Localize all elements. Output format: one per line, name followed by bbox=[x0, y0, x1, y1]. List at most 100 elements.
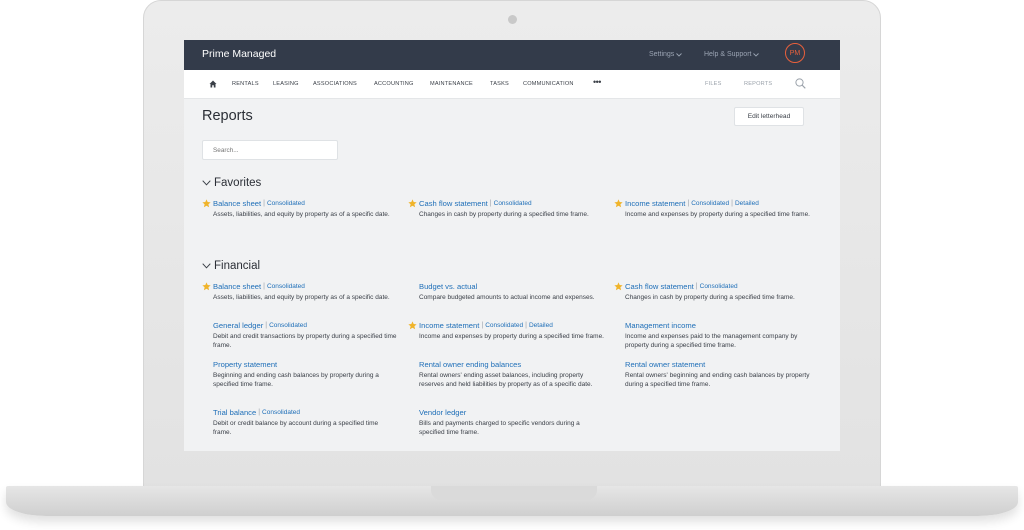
report-description: Rental owners' beginning and ending cash… bbox=[625, 372, 810, 388]
star-icon[interactable] bbox=[408, 321, 417, 330]
nav-rentals[interactable]: RENTALS bbox=[232, 81, 259, 87]
search-icon[interactable] bbox=[795, 78, 806, 89]
chevron-down-icon bbox=[202, 180, 211, 186]
nav-associations[interactable]: ASSOCIATIONS bbox=[313, 81, 357, 87]
divider: | bbox=[731, 200, 733, 207]
report-item: Balance sheet | Consolidated Assets, lia… bbox=[202, 282, 398, 302]
report-variant-link[interactable]: Consolidated bbox=[691, 199, 729, 209]
camera bbox=[508, 15, 517, 24]
chevron-down-icon bbox=[202, 263, 211, 269]
divider: | bbox=[525, 322, 527, 329]
star-icon[interactable] bbox=[614, 282, 623, 291]
chevron-down-icon bbox=[676, 52, 683, 57]
report-item: Rental owner statement Rental owners' be… bbox=[625, 360, 810, 389]
report-item: Vendor ledger Bills and payments charged… bbox=[419, 408, 604, 437]
report-item: Income statement | Consolidated | Detail… bbox=[408, 321, 604, 341]
nav-reports[interactable]: REPORTS bbox=[744, 81, 772, 87]
star-icon[interactable] bbox=[408, 199, 417, 208]
home-icon[interactable] bbox=[209, 80, 217, 88]
report-variant-link[interactable]: Consolidated bbox=[267, 199, 305, 209]
nav-files[interactable]: FILES bbox=[705, 81, 722, 87]
report-variant-link[interactable]: Consolidated bbox=[262, 408, 300, 418]
divider: | bbox=[258, 409, 261, 416]
user-avatar[interactable]: PM bbox=[785, 43, 805, 63]
report-variant-link[interactable]: Detailed bbox=[529, 321, 553, 331]
report-link[interactable]: Budget vs. actual bbox=[419, 282, 477, 292]
report-search-input[interactable] bbox=[202, 140, 338, 160]
chevron-down-icon bbox=[753, 52, 760, 57]
star-icon[interactable] bbox=[202, 282, 211, 291]
brand-name: Prime Managed bbox=[202, 48, 277, 60]
report-item: Rental owner ending balances Rental owne… bbox=[419, 360, 604, 389]
settings-label: Settings bbox=[649, 51, 675, 58]
nav-tasks[interactable]: TASKS bbox=[490, 81, 509, 87]
report-link[interactable]: Income statement bbox=[419, 321, 479, 331]
star-icon[interactable] bbox=[614, 199, 623, 208]
report-item: Cash flow statement | Consolidated Chang… bbox=[614, 282, 810, 302]
report-item: Balance sheet | Consolidated Assets, lia… bbox=[202, 199, 398, 219]
divider: | bbox=[489, 200, 492, 207]
financial-section-toggle[interactable]: Financial bbox=[202, 260, 260, 272]
nav-accounting[interactable]: ACCOUNTING bbox=[374, 81, 414, 87]
report-link[interactable]: Vendor ledger bbox=[419, 408, 466, 418]
report-link[interactable]: Balance sheet bbox=[213, 199, 261, 209]
divider: | bbox=[265, 322, 268, 329]
laptop-notch bbox=[431, 486, 597, 500]
report-description: Income and expenses paid to the manageme… bbox=[625, 333, 798, 349]
report-description: Compare budgeted amounts to actual incom… bbox=[419, 294, 595, 301]
report-item: Budget vs. actual Compare budgeted amoun… bbox=[419, 282, 604, 302]
nav-communication[interactable]: COMMUNICATION bbox=[523, 81, 574, 87]
page-title: Reports bbox=[202, 108, 253, 124]
favorites-heading: Favorites bbox=[214, 177, 262, 189]
main-nav: RENTALS LEASING ASSOCIATIONS ACCOUNTING … bbox=[184, 70, 840, 99]
report-variant-link[interactable]: Consolidated bbox=[700, 282, 738, 292]
report-variant-link[interactable]: Detailed bbox=[735, 199, 759, 209]
report-description: Income and expenses by property during a… bbox=[625, 211, 810, 218]
report-description: Income and expenses by property during a… bbox=[419, 333, 604, 340]
laptop-base bbox=[6, 486, 1018, 516]
report-link[interactable]: General ledger bbox=[213, 321, 263, 331]
report-item: Management income Income and expenses pa… bbox=[625, 321, 810, 350]
divider: | bbox=[695, 283, 698, 290]
report-item: General ledger | Consolidated Debit and … bbox=[213, 321, 398, 350]
report-item: Property statement Beginning and ending … bbox=[213, 360, 398, 389]
help-label: Help & Support bbox=[704, 51, 752, 58]
report-description: Assets, liabilities, and equity by prope… bbox=[213, 211, 390, 218]
report-link[interactable]: Management income bbox=[625, 321, 696, 331]
settings-menu[interactable]: Settings bbox=[649, 51, 683, 58]
report-link[interactable]: Rental owner statement bbox=[625, 360, 705, 370]
favorites-section-toggle[interactable]: Favorites bbox=[202, 177, 261, 189]
divider: | bbox=[687, 200, 690, 207]
report-description: Rental owners' ending asset balances, in… bbox=[419, 372, 593, 388]
report-link[interactable]: Income statement bbox=[625, 199, 685, 209]
report-variant-link[interactable]: Consolidated bbox=[267, 282, 305, 292]
app-screen: Prime Managed Settings Help & Support PM… bbox=[184, 40, 840, 451]
report-item: Trial balance | Consolidated Debit or cr… bbox=[213, 408, 398, 437]
divider: | bbox=[263, 200, 265, 207]
report-link[interactable]: Cash flow statement bbox=[419, 199, 488, 209]
edit-letterhead-button[interactable]: Edit letterhead bbox=[734, 107, 804, 126]
divider: | bbox=[481, 322, 484, 329]
report-item: Cash flow statement | Consolidated Chang… bbox=[408, 199, 604, 219]
report-item: Income statement | Consolidated | Detail… bbox=[614, 199, 810, 219]
top-bar: Prime Managed Settings Help & Support PM bbox=[184, 40, 840, 70]
report-link[interactable]: Rental owner ending balances bbox=[419, 360, 521, 370]
report-link[interactable]: Cash flow statement bbox=[625, 282, 694, 292]
report-link[interactable]: Trial balance bbox=[213, 408, 256, 418]
more-icon[interactable]: ••• bbox=[593, 77, 601, 87]
report-variant-link[interactable]: Consolidated bbox=[485, 321, 523, 331]
report-description: Beginning and ending cash balances by pr… bbox=[213, 372, 379, 388]
help-support-menu[interactable]: Help & Support bbox=[704, 51, 760, 58]
divider: | bbox=[263, 283, 265, 290]
nav-leasing[interactable]: LEASING bbox=[273, 81, 299, 87]
nav-maintenance[interactable]: MAINTENANCE bbox=[430, 81, 473, 87]
financial-heading: Financial bbox=[214, 260, 261, 272]
star-icon[interactable] bbox=[202, 199, 211, 208]
report-description: Assets, liabilities, and equity by prope… bbox=[213, 294, 390, 301]
report-description: Changes in cash by property during a spe… bbox=[419, 211, 589, 218]
report-link[interactable]: Property statement bbox=[213, 360, 277, 370]
report-variant-link[interactable]: Consolidated bbox=[494, 199, 532, 209]
report-link[interactable]: Balance sheet bbox=[213, 282, 261, 292]
report-description: Changes in cash by property during a spe… bbox=[625, 294, 795, 301]
report-variant-link[interactable]: Consolidated bbox=[269, 321, 307, 331]
